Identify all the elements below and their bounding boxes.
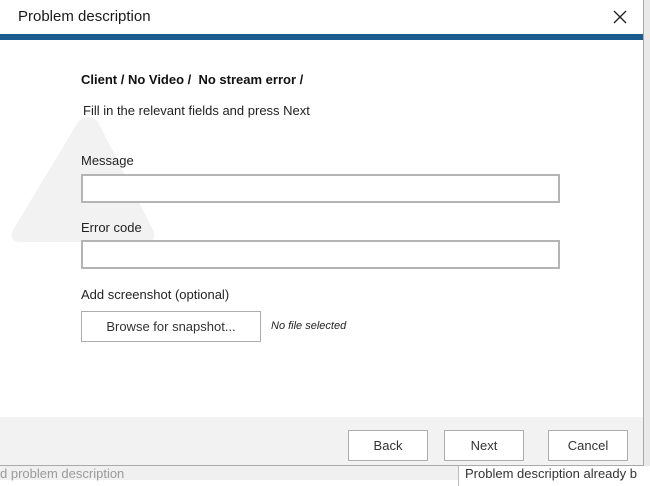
next-button[interactable]: Next [444, 430, 524, 461]
problem-description-dialog: Problem description Client / No Video / … [0, 0, 644, 466]
accent-bar [0, 34, 643, 40]
file-status-text: No file selected [271, 320, 347, 332]
breadcrumb: Client / No Video / No stream error / [81, 72, 304, 87]
back-button[interactable]: Back [348, 430, 428, 461]
browse-snapshot-button[interactable]: Browse for snapshot... [81, 311, 261, 342]
dialog-title: Problem description [18, 8, 151, 25]
background-left-text: d problem description [0, 466, 125, 481]
close-button[interactable] [605, 4, 635, 30]
close-icon [613, 10, 627, 24]
background-scrollbar-strip [643, 0, 650, 480]
cancel-button[interactable]: Cancel [548, 430, 628, 461]
background-right-text: Problem description already b [458, 466, 650, 486]
error-code-label: Error code [81, 220, 142, 235]
instructions-text: Fill in the relevant fields and press Ne… [83, 103, 310, 118]
message-input[interactable] [81, 174, 560, 203]
title-bar: Problem description [0, 0, 643, 34]
error-code-input[interactable] [81, 240, 560, 269]
dialog-footer [0, 417, 643, 465]
message-label: Message [81, 153, 134, 168]
screenshot-label: Add screenshot (optional) [81, 287, 230, 302]
